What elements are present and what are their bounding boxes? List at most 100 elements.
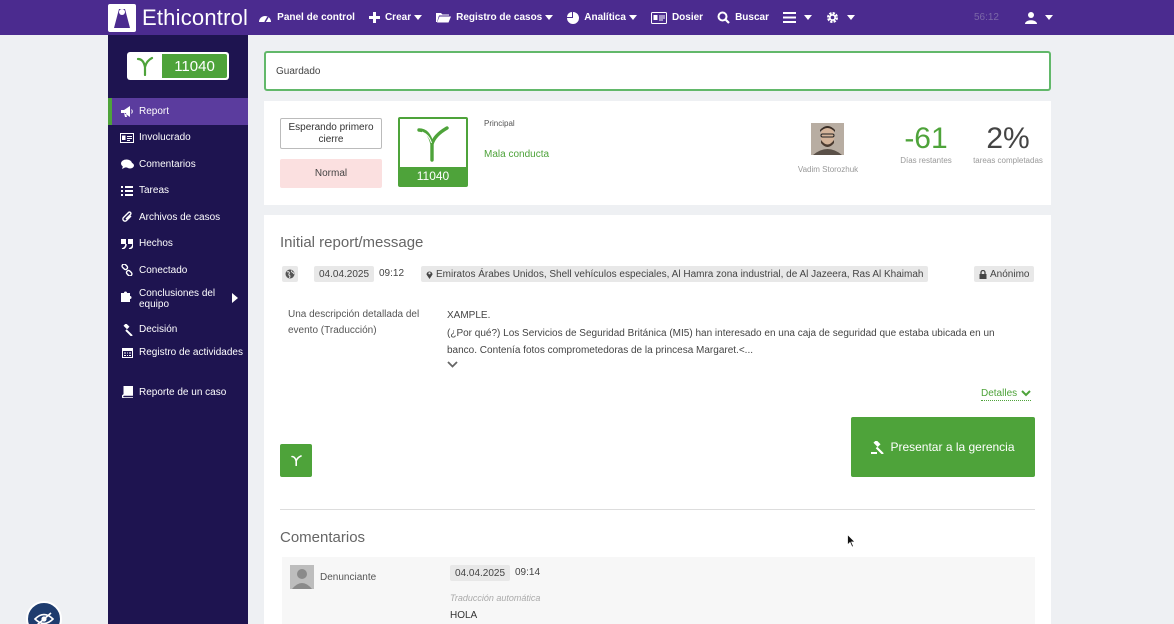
nav-search-label: Buscar: [735, 12, 769, 23]
principal-category[interactable]: Mala conducta: [484, 149, 549, 160]
priority-badge[interactable]: Normal: [280, 159, 382, 188]
case-number-large-badge: 11040: [398, 117, 468, 187]
sidebar-item-label: Tareas: [139, 185, 170, 197]
search-icon: [717, 11, 730, 24]
details-link[interactable]: Detalles: [981, 388, 1032, 401]
days-remaining-label: Días restantes: [900, 156, 952, 165]
description-line: (¿Por qué?) Los Servicios de Seguridad B…: [447, 327, 995, 357]
sidebar-item-label: Involucrado: [139, 132, 191, 144]
saved-alert: Guardado: [264, 51, 1051, 91]
case-number: 11040: [162, 54, 227, 78]
comments-title: Comentarios: [280, 529, 366, 546]
anonymous-text: Anónimo: [990, 268, 1030, 280]
status-badge[interactable]: Esperando primero cierre: [280, 118, 382, 149]
chevron-down-icon: [803, 15, 812, 20]
chevron-down-icon: [1045, 15, 1053, 20]
comment-time: 09:14: [515, 567, 541, 578]
nav-menu[interactable]: [782, 0, 812, 35]
sidebar-item-label: Conclusiones del equipo: [139, 287, 216, 310]
comment-text: HOLA: [450, 610, 478, 621]
top-navbar: Ethicontrol Panel de control Crear Regis…: [0, 0, 1174, 35]
sidebar-item-activity-log[interactable]: Registro de actividades: [108, 343, 248, 379]
nav-dossier-label: Dosier: [671, 12, 704, 23]
tasks-completed-value: 2%: [986, 122, 1030, 155]
sidebar-item-decision[interactable]: Decisión: [108, 317, 248, 344]
gavel-icon: [120, 323, 134, 336]
sidebar-item-label: Decisión: [139, 324, 178, 336]
case-number-large: 11040: [400, 167, 466, 185]
description-line: XAMPLE.: [447, 310, 491, 321]
megaphone-icon: [120, 105, 134, 117]
nav-dossier[interactable]: Dosier: [650, 0, 704, 35]
sidebar-item-label: Archivos de casos: [139, 211, 221, 223]
accessibility-toggle-button[interactable]: [26, 601, 62, 624]
nav-analytics-label: Analítica: [584, 12, 626, 23]
list-icon: [120, 185, 134, 196]
sidebar-item-label: Reporte de un caso: [139, 386, 227, 398]
report-location-text: Emiratos Árabes Unidos, Shell vehículos …: [436, 268, 924, 280]
nav-user[interactable]: [1025, 0, 1053, 35]
comment-item: Denunciante 04.04.2025 09:14 Traducción …: [282, 557, 1035, 624]
nav-analytics[interactable]: Analítica: [567, 0, 637, 35]
case-number-badge[interactable]: 11040: [127, 52, 229, 80]
leaf-action-button[interactable]: [280, 444, 312, 477]
saved-alert-text: Guardado: [276, 65, 321, 77]
sidebar-item-label: Comentarios: [139, 158, 196, 170]
link-icon: [120, 264, 134, 277]
assignee-avatar[interactable]: [811, 123, 844, 155]
sidebar-item-label: Registro de actividades: [139, 347, 243, 358]
report-date: 04.04.2025: [314, 266, 375, 282]
pie-chart-icon: [567, 11, 580, 24]
report-location: Emiratos Árabes Unidos, Shell vehículos …: [421, 266, 929, 282]
sidebar-item-involved[interactable]: Involucrado: [108, 125, 248, 152]
comment-author: Denunciante: [320, 572, 377, 583]
submit-to-management-label: Presentar a la gerencia: [890, 440, 1015, 454]
sidebar-item-case-report[interactable]: Reporte de un caso: [108, 379, 248, 406]
folder-icon: [436, 12, 452, 23]
comments-icon: [120, 159, 134, 170]
plus-icon: [368, 12, 380, 23]
nav-dashboard[interactable]: Panel de control: [258, 0, 355, 35]
book-icon: [120, 386, 134, 399]
submit-to-management-button[interactable]: Presentar a la gerencia: [851, 417, 1035, 477]
brand[interactable]: Ethicontrol: [108, 0, 248, 35]
sidebar-item-connected[interactable]: Conectado: [108, 257, 248, 284]
leaf-icon: [400, 119, 466, 168]
avatar: [290, 565, 314, 589]
sidebar-menu: Report Involucrado Comentarios Tareas Ar…: [108, 98, 248, 406]
sidebar-item-facts[interactable]: Hechos: [108, 231, 248, 258]
report-card: Initial report/message 04.04.2025 09:12 …: [264, 215, 1051, 624]
nav-settings[interactable]: [826, 0, 855, 35]
days-remaining-metric: -61 Días restantes: [890, 124, 962, 166]
sidebar-item-tasks[interactable]: Tareas: [108, 178, 248, 205]
nav-search[interactable]: Buscar: [717, 0, 769, 35]
sidebar-item-comments[interactable]: Comentarios: [108, 151, 248, 178]
expand-description-icon[interactable]: [447, 359, 458, 371]
anonymous-badge: Anónimo: [974, 266, 1035, 282]
sidebar-item-label: Report: [139, 105, 170, 117]
eye-slash-icon: [34, 612, 54, 624]
session-timer: 56:12: [973, 12, 999, 23]
globe-icon: [282, 266, 298, 282]
chevron-down-icon: [545, 15, 554, 20]
sidebar-item-team-conclusions[interactable]: Conclusiones del equipo: [108, 284, 248, 317]
report-meta-row: 04.04.2025 09:12 Emiratos Árabes Unidos,…: [280, 265, 1035, 283]
details-label: Detalles: [981, 388, 1018, 399]
nav-cases[interactable]: Registro de casos: [436, 0, 554, 35]
tasks-completed-metric: 2% tareas completadas: [970, 124, 1046, 166]
puzzle-icon: [120, 290, 134, 302]
comment-date: 04.04.2025: [450, 565, 511, 581]
nav-cases-label: Registro de casos: [456, 12, 543, 23]
gear-icon: [826, 11, 839, 24]
sidebar-item-case-files[interactable]: Archivos de casos: [108, 204, 248, 231]
sidebar-item-report[interactable]: Report: [108, 98, 248, 125]
principal-label: Principal: [484, 119, 515, 128]
nav-create[interactable]: Crear: [368, 0, 423, 35]
chevron-down-icon: [846, 15, 855, 20]
leaf-icon: [290, 455, 302, 466]
sidebar: 11040 Report Involucrado Comentarios Tar…: [108, 35, 248, 624]
mouse-cursor-icon: [847, 533, 857, 551]
assignee-name: Vadim Storozhuk: [797, 165, 859, 174]
id-card-icon: [650, 11, 667, 24]
calendar-icon: [120, 347, 134, 358]
